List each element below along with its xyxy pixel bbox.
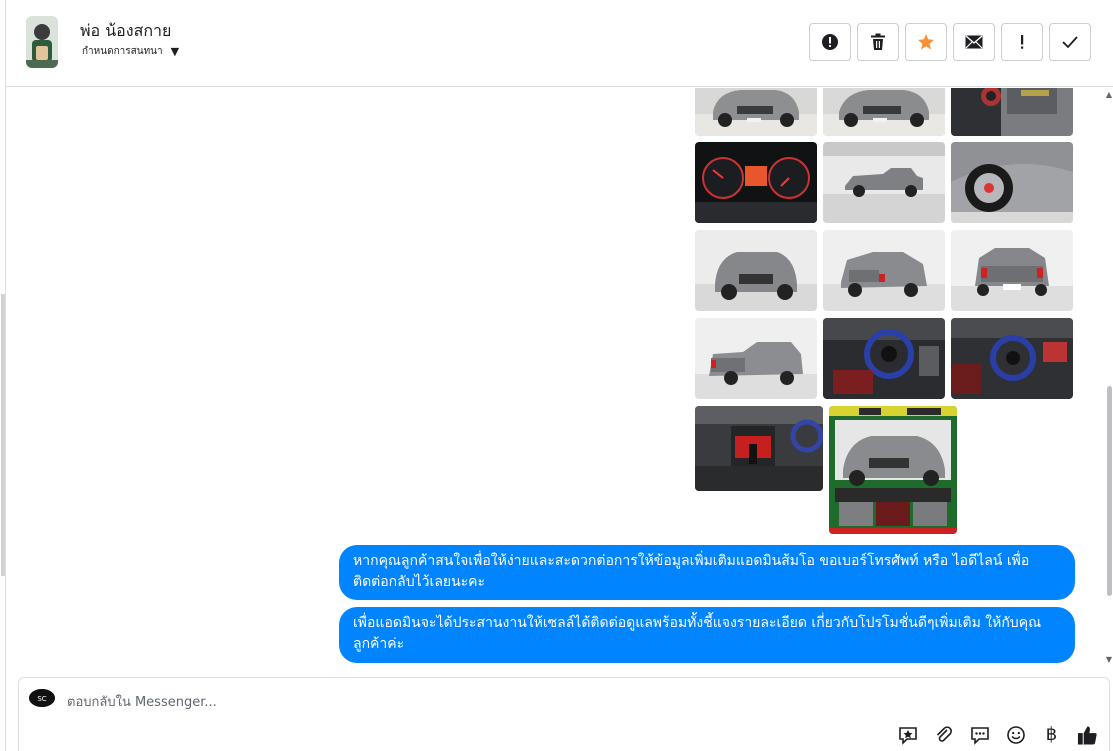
emoji-icon[interactable] [1005,724,1026,745]
photo-truck-rear-right[interactable] [695,318,817,399]
photo-truck-rear-left[interactable] [823,230,945,311]
message-text: หากคุณลูกค้าสนใจเพื่อให้ง่ายและสะดวกต่อก… [353,553,1030,590]
photo-door-interior[interactable] [951,88,1073,136]
mark-unread-button[interactable] [953,23,995,61]
mark-spam-button[interactable] [809,23,851,61]
scrollbar-thumb[interactable] [1107,386,1112,596]
chat-bubble-icon[interactable] [969,724,990,745]
caret-down-icon: ▼ [170,45,180,58]
star-icon [918,34,934,50]
message-text: เพื่อแอดมินจะได้ประสานงานให้เซลล์ได้ติดต… [353,615,1042,652]
contact-avatar[interactable] [26,16,58,68]
contact-name[interactable]: พ่อ น้องสกาย [80,19,171,44]
saved-reply-icon[interactable] [897,724,918,745]
baht-icon[interactable]: ฿ [1041,724,1062,745]
svg-text:SC: SC [37,695,46,703]
delete-button[interactable] [857,23,899,61]
thread-scrollbar[interactable]: ▲ ▼ [1104,88,1113,670]
assign-conversation-dropdown[interactable]: กำหนดการสนทนา ▼ [82,44,179,59]
exclamation-icon [1021,35,1024,49]
left-panel-scrollbar[interactable] [1,294,5,576]
photo-truck-rear[interactable] [951,230,1073,311]
photo-wheel-closeup[interactable] [951,142,1073,223]
trash-icon [871,33,885,50]
thumbs-up-icon[interactable] [1077,724,1098,745]
photo-promo-poster[interactable] [829,406,957,534]
reply-composer: SC ตอบกลับใน Messenger... ฿ [18,677,1110,751]
message-bubble-outgoing[interactable]: เพื่อแอดมินจะได้ประสานงานให้เซลล์ได้ติดต… [339,607,1075,663]
photo-truck-side-studio[interactable] [823,142,945,223]
page-avatar: SC [29,689,55,707]
photo-cabin-steering[interactable] [823,318,945,399]
follow-up-button[interactable] [1001,23,1043,61]
photo-cabin-dashboard[interactable] [951,318,1073,399]
photo-truck-front-left[interactable] [695,88,817,136]
message-bubble-outgoing[interactable]: หากคุณลูกค้าสนใจเพื่อให้ง่ายและสะดวกต่อก… [339,545,1075,600]
photo-center-console[interactable] [695,406,823,491]
assign-label: กำหนดการสนทนา [82,46,163,57]
header-actions [809,23,1091,61]
message-thread[interactable]: หากคุณลูกค้าสนใจเพื่อให้ง่ายและสะดวกต่อก… [6,88,1113,670]
photo-truck-front-studio[interactable] [695,230,817,311]
photo-truck-front-right[interactable] [823,88,945,136]
alert-circle-icon [822,34,838,50]
photo-gauge-cluster[interactable] [695,142,817,223]
attach-icon[interactable] [933,724,954,745]
checkmark-icon [1062,36,1078,49]
star-button[interactable] [905,23,947,61]
conversation-header: พ่อ น้องสกาย กำหนดการสนทนา ▼ [6,0,1113,87]
mark-done-button[interactable] [1049,23,1091,61]
messenger-inbox: พ่อ น้องสกาย กำหนดการสนทนา ▼ หากคุณลูกค้… [0,0,1113,751]
scroll-up-arrow-icon[interactable]: ▲ [1106,90,1112,99]
reply-input[interactable]: ตอบกลับใน Messenger... [67,691,217,712]
scroll-down-arrow-icon[interactable]: ▼ [1106,655,1112,664]
envelope-icon [965,35,983,49]
composer-toolbar: ฿ [897,724,1098,745]
